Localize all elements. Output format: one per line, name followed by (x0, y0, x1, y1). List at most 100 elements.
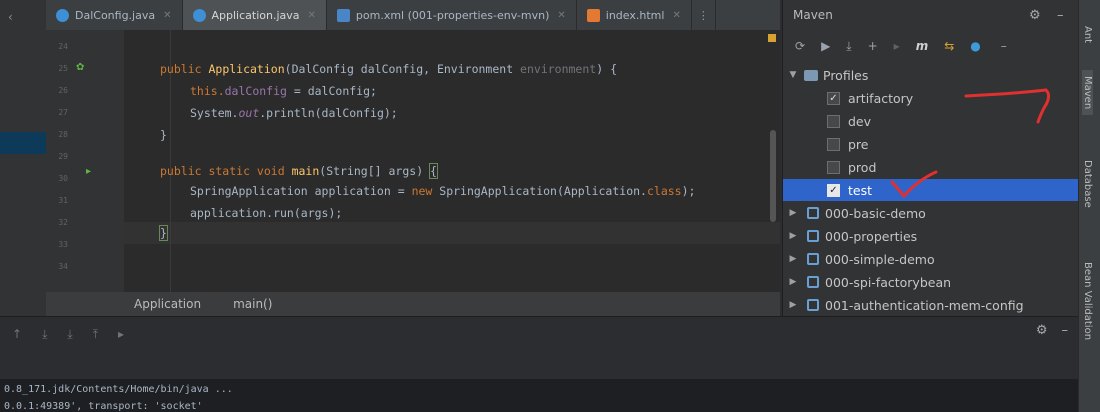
close-icon[interactable]: ✕ (557, 10, 565, 21)
profile-item[interactable]: dev (783, 110, 1079, 132)
module-label: 001-authentication-mem-config (825, 297, 1024, 313)
minimize-icon[interactable]: – (1057, 8, 1064, 23)
console-line: 0.0.1:49389', transport: 'socket' (4, 401, 203, 412)
tab-pom-xml[interactable]: pom.xml (001-properties-env-mvn) ✕ (327, 0, 577, 30)
profile-checkbox[interactable] (827, 137, 840, 151)
code-line: SpringApplication application = new Spri… (190, 184, 696, 198)
profile-checkbox[interactable]: ✓ (827, 183, 840, 197)
folder-icon (804, 69, 818, 81)
close-icon[interactable]: ✕ (308, 10, 316, 21)
editor-scrollbar[interactable] (770, 130, 776, 222)
breadcrumb: Application main() (46, 292, 780, 316)
profile-item[interactable]: ✓ artifactory (783, 87, 1079, 109)
skip-tests-icon[interactable]: ● (970, 39, 980, 53)
profile-checkbox[interactable] (827, 160, 840, 174)
profile-checkbox[interactable] (827, 114, 840, 128)
play-icon[interactable]: ▸ (118, 327, 124, 349)
tree-node-module[interactable]: ▶ 000-basic-demo (783, 202, 1079, 224)
gear-icon[interactable]: ⚙ (1036, 323, 1048, 338)
chevron-right-icon[interactable]: ▶ (787, 300, 799, 310)
close-icon[interactable]: ✕ (163, 10, 171, 21)
refresh-icon[interactable]: ⟳ (795, 39, 805, 53)
code-line: this.dalConfig = dalConfig; (190, 84, 377, 98)
code-line: public static void main(String[] args) { (160, 163, 438, 179)
right-tool-strip: Ant Maven Database Bean Validation (1078, 0, 1100, 412)
breadcrumb-method[interactable]: main() (233, 297, 272, 311)
line-number: 31 (58, 196, 68, 205)
maven-tool-button[interactable]: Maven (1082, 70, 1093, 116)
chevron-right-icon[interactable]: ▶ (787, 277, 799, 287)
code-line: System.out.println(dalConfig); (190, 106, 398, 120)
tab-label: pom.xml (001-properties-env-mvn) (355, 8, 550, 22)
tree-node-profiles[interactable]: ▼ Profiles (783, 64, 1079, 86)
arrow-up-icon[interactable]: ↑ (12, 327, 22, 349)
line-number: 28 (58, 130, 68, 139)
tab-dalconfig-java[interactable]: DalConfig.java ✕ (46, 0, 183, 30)
profile-item[interactable]: pre (783, 133, 1079, 155)
spring-bean-icon[interactable]: ✿ (76, 62, 84, 73)
gear-icon[interactable]: ⚙ (1029, 8, 1041, 23)
profile-item[interactable]: prod (783, 156, 1079, 178)
minimize-icon[interactable]: – (1062, 323, 1069, 338)
chevron-right-icon[interactable]: ▶ (787, 254, 799, 264)
maven-module-icon (807, 207, 819, 219)
code-line: } (159, 225, 168, 241)
download-icon[interactable]: ⤓ (846, 39, 851, 54)
add-icon[interactable]: + (868, 39, 878, 53)
tree-node-module[interactable]: ▶ 000-properties (783, 225, 1079, 247)
generate-sources-icon[interactable]: ▶ (821, 39, 830, 53)
profile-checkbox[interactable]: ✓ (827, 91, 840, 105)
breadcrumb-class[interactable]: Application (134, 297, 201, 311)
toggle-offline-icon[interactable]: ⇆ (944, 39, 954, 53)
ant-tool-button[interactable]: Ant (1082, 26, 1093, 43)
maven-title: Maven (793, 8, 833, 22)
tab-index-html[interactable]: index.html ✕ (577, 0, 692, 30)
warning-marker-icon[interactable] (768, 34, 776, 42)
download-icon[interactable]: ⤓ (42, 327, 47, 349)
code-editor[interactable]: 24 25 26 27 28 29 30 31 32 33 34 ✿ ▸ pub… (46, 30, 780, 292)
tab-label: index.html (605, 8, 665, 22)
maven-tool-window: Maven ⚙ – ⟳ ▶ ⤓ + ▸ m ⇆ ● – ▼ Profiles ✓… (782, 0, 1079, 316)
profile-item[interactable]: ✓ test (783, 179, 1079, 201)
line-number: 33 (58, 240, 68, 249)
maven-m-icon (336, 8, 350, 22)
console-line: 0.8_171.jdk/Contents/Home/bin/java ... (4, 384, 233, 395)
profile-label: test (848, 182, 873, 198)
line-number: 27 (58, 108, 68, 117)
bean-validation-tool-button[interactable]: Bean Validation (1082, 262, 1093, 340)
profile-label: artifactory (848, 90, 914, 106)
maven-toolbar: ⟳ ▶ ⤓ + ▸ m ⇆ ● – (783, 34, 1079, 58)
console-output: 0.8_171.jdk/Contents/Home/bin/java ... 0.… (0, 379, 1078, 412)
module-label: 000-spi-factorybean (825, 274, 952, 290)
chevron-right-icon[interactable]: ▶ (787, 208, 799, 218)
run-panel-controls: ⚙ – (1036, 323, 1068, 338)
left-strip-selection (0, 132, 46, 154)
tab-label: Application.java (211, 8, 300, 22)
line-number: 34 (58, 262, 68, 271)
tabs-overflow-button[interactable]: ⋮ (692, 0, 716, 30)
java-class-icon (192, 8, 206, 22)
chevron-down-icon[interactable]: ▼ (787, 70, 799, 80)
tree-node-module[interactable]: ▶ 000-spi-factorybean (783, 271, 1079, 293)
profile-label: prod (848, 159, 877, 175)
chevron-left-icon[interactable]: ‹ (8, 10, 13, 24)
collapse-icon[interactable]: – (1001, 39, 1007, 53)
run-arrow-icon[interactable]: ▸ (86, 166, 91, 177)
database-tool-button[interactable]: Database (1082, 160, 1093, 208)
tree-node-module[interactable]: ▶ 000-simple-demo (783, 248, 1079, 270)
execute-goal-icon[interactable]: m (916, 39, 929, 53)
code-area[interactable]: public Application(DalConfig dalConfig, … (124, 30, 780, 292)
module-label: 000-properties (825, 228, 918, 244)
maven-module-icon (807, 230, 819, 242)
tab-application-java[interactable]: Application.java ✕ (182, 0, 327, 30)
run-icon[interactable]: ▸ (894, 39, 900, 53)
maven-module-icon (807, 276, 819, 288)
maven-header: Maven ⚙ – (783, 0, 1079, 30)
tree-label: Profiles (823, 67, 869, 83)
upload-icon[interactable]: ⤒ (93, 327, 98, 349)
chevron-right-icon[interactable]: ▶ (787, 231, 799, 241)
download-icon[interactable]: ⤓ (67, 327, 72, 349)
close-icon[interactable]: ✕ (672, 10, 680, 21)
tree-node-module[interactable]: ▶ 001-authentication-mem-config (783, 294, 1079, 316)
editor-tabs: DalConfig.java ✕ Application.java ✕ pom.… (46, 0, 780, 30)
